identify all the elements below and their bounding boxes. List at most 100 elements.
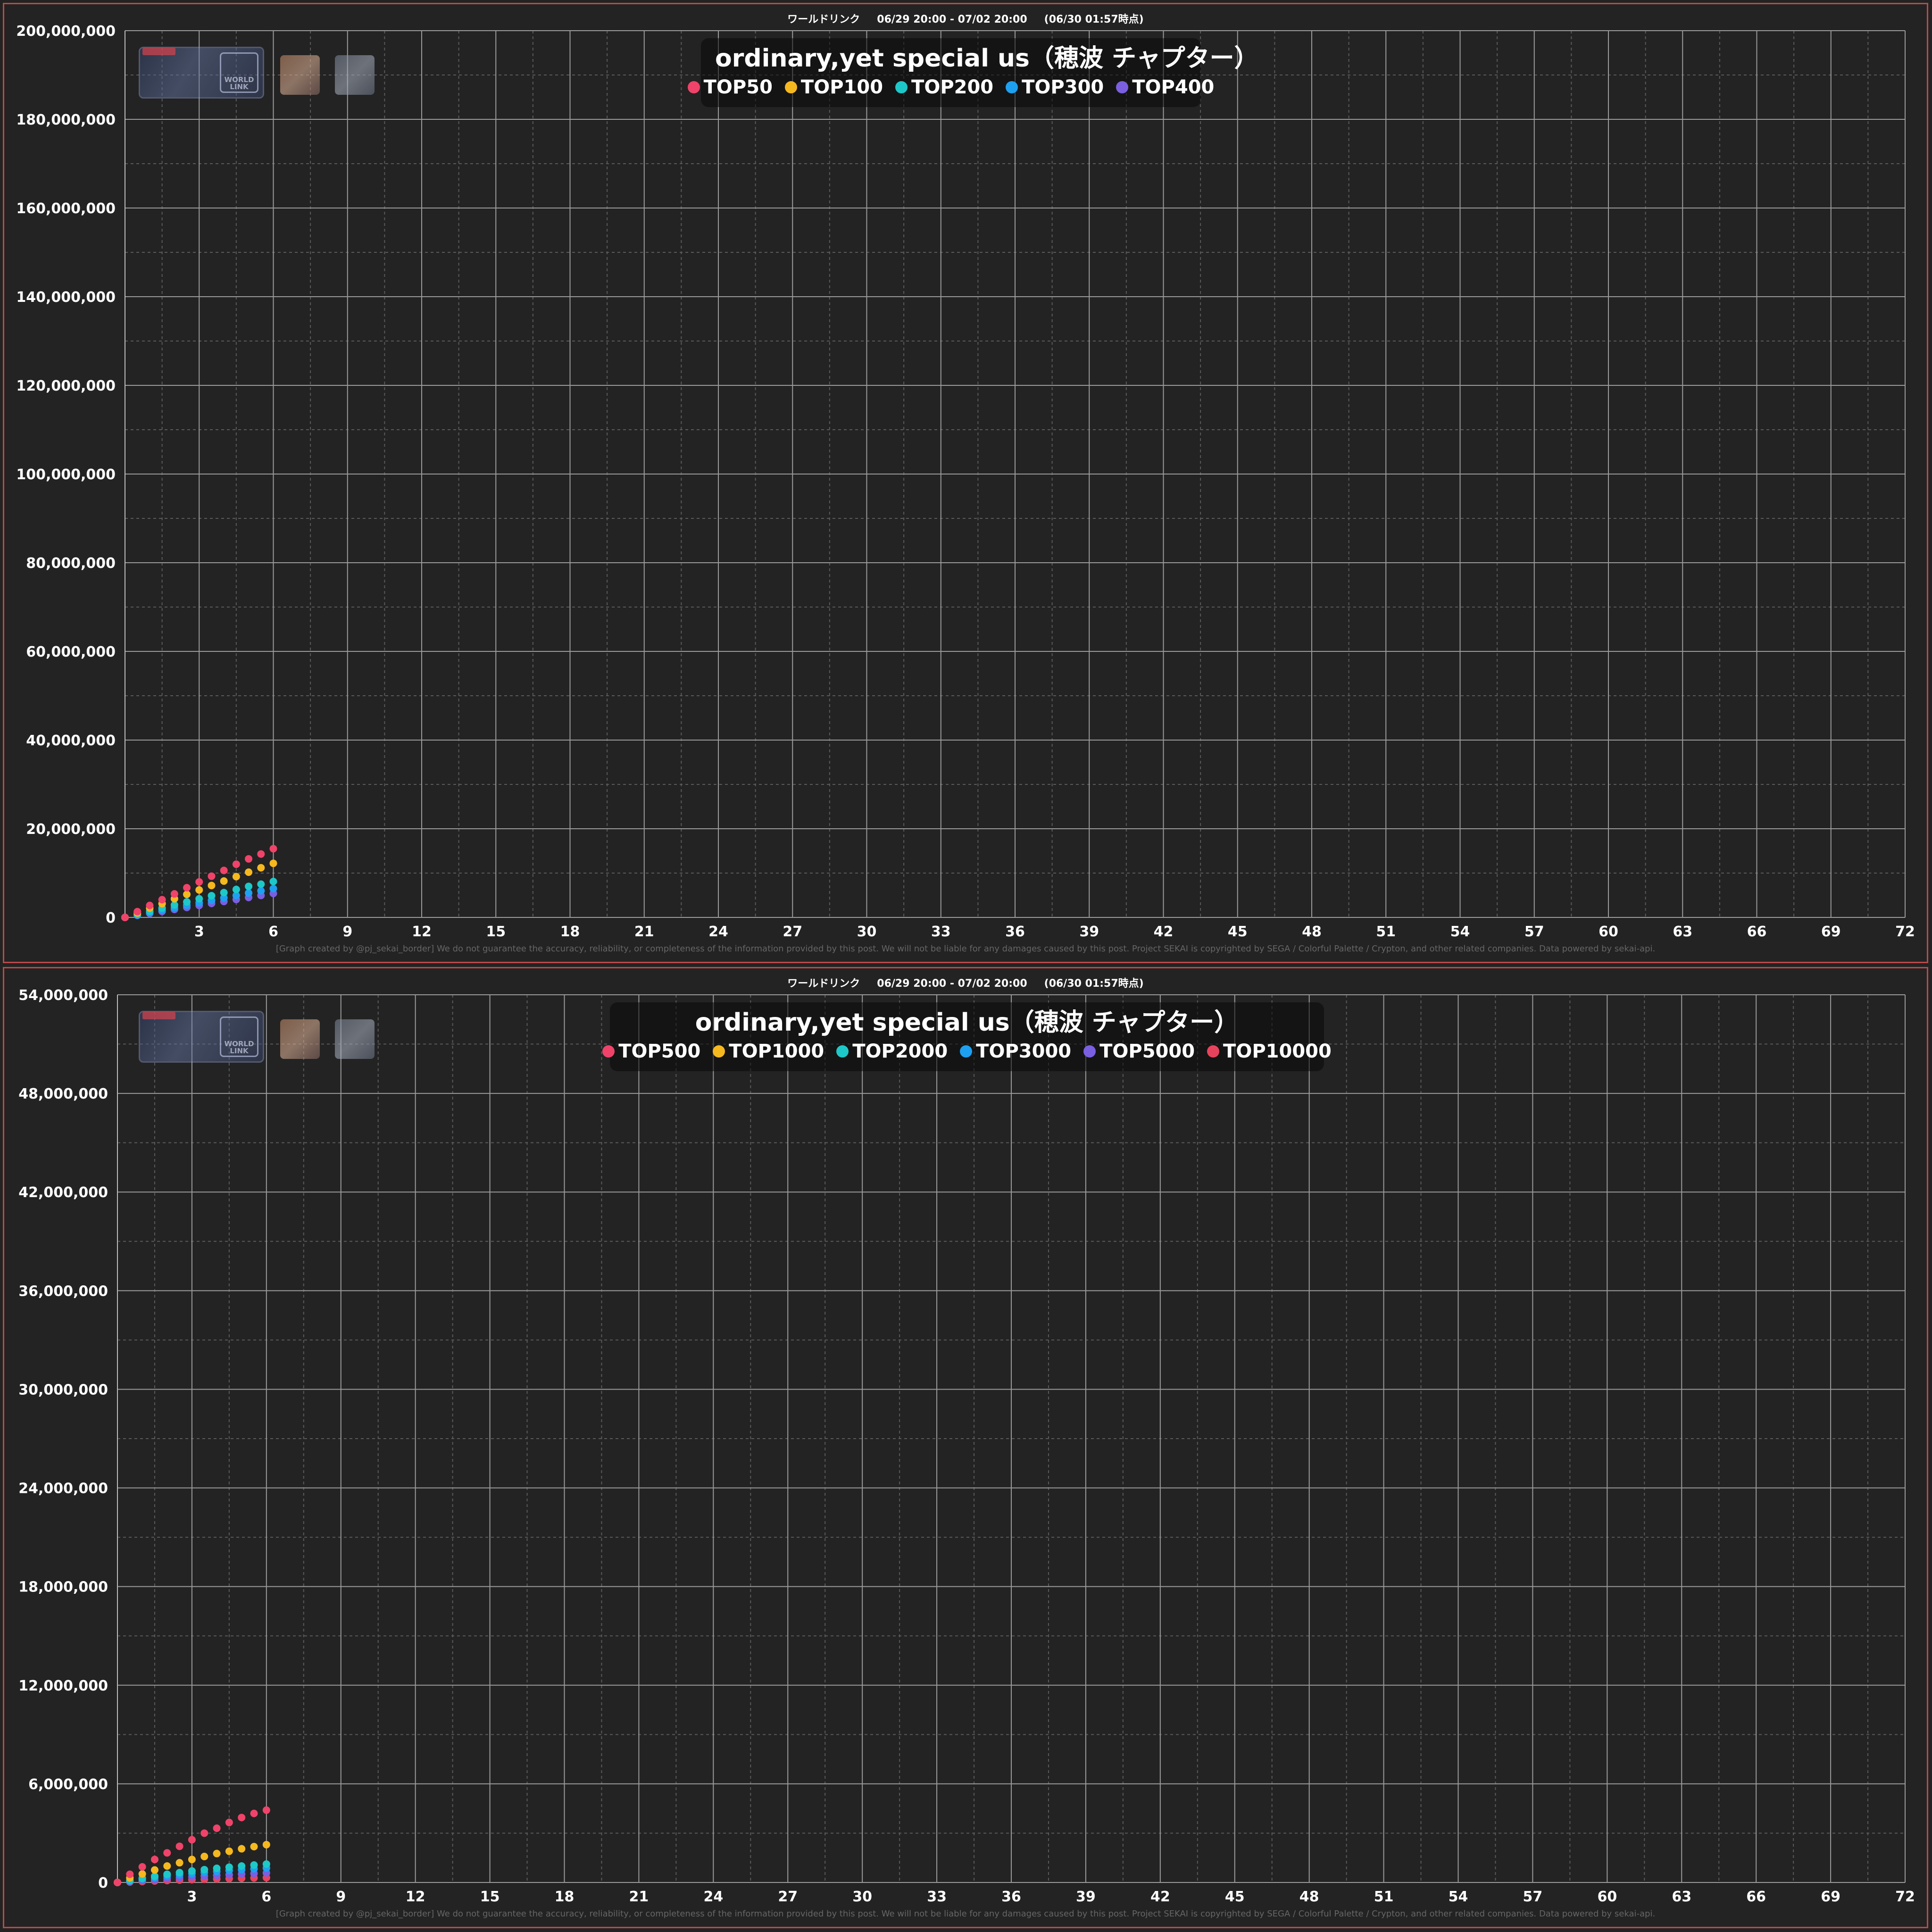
x-tick-label: 42 xyxy=(1154,924,1174,940)
x-tick-label: 66 xyxy=(1747,924,1767,940)
x-tick-label: 42 xyxy=(1150,1889,1170,1905)
data-point-top2000 xyxy=(163,1870,171,1878)
data-point-top50 xyxy=(232,860,240,868)
legend-marker-icon xyxy=(960,1045,973,1058)
as-of-time: (06/30 01:57時点) xyxy=(1044,978,1144,990)
data-point-top2000 xyxy=(250,1861,258,1869)
x-tick-label: 6 xyxy=(268,924,278,940)
x-tick-label: 69 xyxy=(1821,1889,1840,1905)
data-point-top500 xyxy=(238,1814,246,1822)
data-point-top300 xyxy=(245,889,253,897)
x-tick-label: 51 xyxy=(1376,924,1396,940)
data-point-top1000 xyxy=(262,1840,270,1849)
legend-marker-icon xyxy=(687,81,700,93)
legend-marker-icon xyxy=(1083,1045,1096,1058)
legend-item-top400: TOP400 xyxy=(1116,75,1214,100)
x-tick-label: 15 xyxy=(486,924,506,940)
x-tick-label: 24 xyxy=(703,1889,723,1905)
legend-item-top200: TOP200 xyxy=(895,75,993,100)
legend-items: TOP50 TOP100 TOP200 TOP300 TOP400 xyxy=(687,75,1214,100)
data-point-top500 xyxy=(250,1809,258,1817)
character-thumbnail-2 xyxy=(335,1019,375,1059)
x-tick-label: 6 xyxy=(261,1889,271,1905)
data-point-top2000 xyxy=(262,1860,270,1868)
x-tick-label: 24 xyxy=(708,924,728,940)
event-period: 06/29 20:00 - 07/02 20:00 xyxy=(877,14,1027,25)
data-point-top500 xyxy=(200,1829,208,1837)
event-name: ワールドリンク xyxy=(787,14,860,25)
disclaimer-footer: [Graph created by @pj_sekai_border] We d… xyxy=(275,944,1656,954)
data-point-top500 xyxy=(114,1879,121,1886)
x-tick-label: 66 xyxy=(1746,1889,1766,1905)
x-tick-label: 45 xyxy=(1225,1889,1245,1905)
chart-title: ordinary,yet special us（穂波 チャプター） xyxy=(695,1008,1239,1037)
legend-label: TOP100 xyxy=(800,76,883,98)
x-tick-label: 3 xyxy=(187,1889,197,1905)
x-tick-label: 36 xyxy=(1001,1889,1021,1905)
y-tick-label: 180,000,000 xyxy=(16,112,116,128)
x-tick-label: 36 xyxy=(1005,924,1025,940)
data-point-top500 xyxy=(150,1856,158,1864)
data-point-top100 xyxy=(220,877,228,885)
data-point-top200 xyxy=(208,891,216,899)
x-tick-label: 33 xyxy=(927,1889,947,1905)
legend-marker-icon xyxy=(784,81,797,93)
legend-item-top50: TOP50 xyxy=(687,75,773,100)
x-tick-label: 63 xyxy=(1672,1889,1691,1905)
x-tick-label: 9 xyxy=(336,1889,346,1905)
y-tick-label: 0 xyxy=(98,1875,108,1891)
legend-marker-icon xyxy=(895,81,908,93)
character-thumbnail-2 xyxy=(335,55,375,95)
legend-label: TOP1000 xyxy=(729,1041,824,1062)
data-point-top100 xyxy=(232,873,240,881)
legend-label: TOP300 xyxy=(1022,76,1104,98)
world-link-logo: WORLD LINK xyxy=(220,52,258,93)
x-tick-label: 21 xyxy=(629,1889,649,1905)
legend-label: TOP5000 xyxy=(1099,1041,1195,1062)
data-point-top200 xyxy=(245,883,253,891)
data-point-top1000 xyxy=(225,1847,233,1855)
x-tick-label: 18 xyxy=(555,1889,575,1905)
legend-label: TOP400 xyxy=(1132,76,1215,98)
data-point-top50 xyxy=(208,872,216,880)
x-tick-label: 12 xyxy=(406,1889,425,1905)
chart-legend: ordinary,yet special us（穂波 チャプター） TOP500… xyxy=(602,1002,1332,1071)
y-tick-label: 80,000,000 xyxy=(26,555,116,572)
x-tick-label: 12 xyxy=(412,924,432,940)
x-tick-label: 45 xyxy=(1228,924,1248,940)
y-tick-label: 6,000,000 xyxy=(28,1776,108,1793)
data-point-top50 xyxy=(183,884,191,892)
data-point-top1000 xyxy=(188,1856,196,1864)
data-point-top500 xyxy=(188,1836,196,1844)
data-point-top1000 xyxy=(238,1845,246,1853)
legend-items: TOP500 TOP1000 TOP2000 TOP3000 TOP5000 TOP100… xyxy=(602,1039,1332,1064)
x-tick-label: 60 xyxy=(1597,1889,1617,1905)
legend-item-top10000: TOP10000 xyxy=(1207,1039,1332,1064)
legend-item-top100: TOP100 xyxy=(784,75,883,100)
y-tick-label: 24,000,000 xyxy=(18,1481,108,1497)
data-point-top300 xyxy=(269,884,277,892)
chart-plot-top: 3 6 9 12 15 18 21 24 27 30 33 36 39 42 45 48 51 54 57 60 63 6… xyxy=(16,23,1915,940)
legend-label: TOP200 xyxy=(911,76,994,98)
data-point-top50 xyxy=(195,878,203,886)
x-tick-label: 39 xyxy=(1079,924,1099,940)
data-point-top500 xyxy=(126,1870,134,1878)
legend-label: TOP500 xyxy=(618,1041,701,1062)
legend-item-top3000: TOP3000 xyxy=(960,1039,1071,1064)
x-tick-label: 27 xyxy=(783,924,802,940)
chart-title: ordinary,yet special us（穂波 チャプター） xyxy=(715,44,1259,73)
data-point-top100 xyxy=(195,886,203,894)
data-point-top50 xyxy=(245,855,253,863)
data-point-top50 xyxy=(257,850,265,858)
character-thumbnail-1 xyxy=(280,1019,320,1059)
legend-item-top2000: TOP2000 xyxy=(836,1039,948,1064)
data-point-top300 xyxy=(257,887,265,895)
x-tick-label: 57 xyxy=(1524,924,1544,940)
legend-label: TOP50 xyxy=(703,76,773,98)
data-point-top50 xyxy=(133,908,142,916)
legend-label: TOP3000 xyxy=(976,1041,1072,1062)
y-tick-label: 12,000,000 xyxy=(18,1678,108,1694)
x-tick-label: 18 xyxy=(560,924,580,940)
y-tick-label: 160,000,000 xyxy=(16,200,116,217)
x-tick-label: 63 xyxy=(1673,924,1692,940)
